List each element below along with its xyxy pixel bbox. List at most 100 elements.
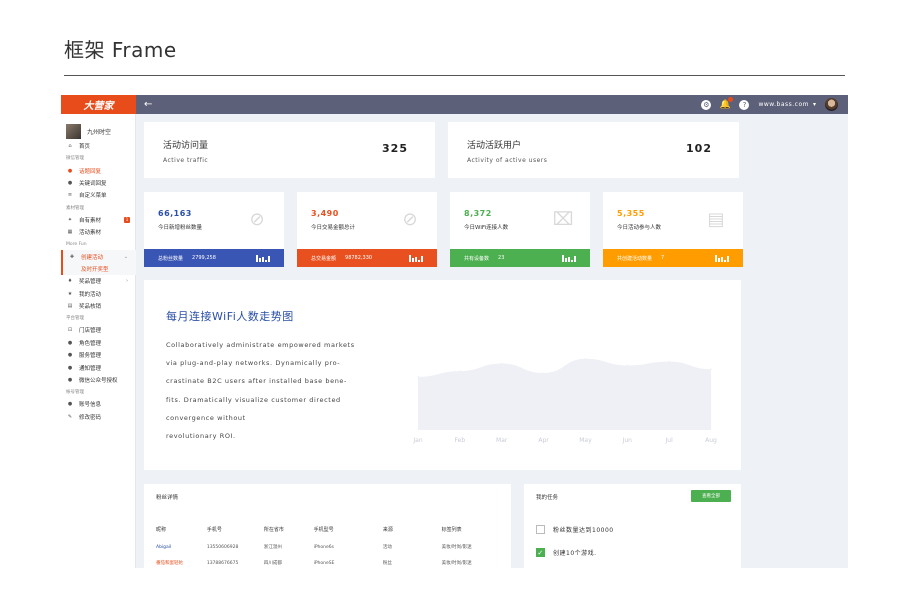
sidebar-item[interactable]: ≡ 自定义菜单 (61, 189, 136, 201)
stat-footer: 共有设备数 23 (450, 249, 590, 267)
user-icon: ● (67, 339, 73, 346)
view-all-button[interactable]: 查看全部 (691, 490, 731, 502)
help-icon[interactable]: ? (739, 99, 750, 110)
table-row[interactable]: Abigail 13550606928 浙江温州 iPhone6s 活动 美妆/时尚/影迷 (156, 539, 496, 555)
column-header: 手机号 (206, 526, 222, 533)
sidebar-item[interactable]: ♦ 奖品管理 › (61, 275, 136, 287)
stat-footer-label: 共有设备数 (464, 255, 490, 262)
table-cell: 四川成都 (263, 561, 282, 566)
back-arrow-icon[interactable]: ← (144, 99, 152, 110)
mini-bar-chart-icon (715, 255, 729, 262)
table-cell: 美妆/时尚/影迷 (441, 561, 472, 566)
sidebar-item[interactable]: ★ 我的活动 (61, 288, 136, 300)
task-checkbox-checked[interactable]: ✓ (536, 548, 545, 557)
sidebar-section-label: 微信管理 (66, 156, 84, 162)
stat-footer: 总交易金额 98782,330 (297, 249, 437, 267)
summary-card-active-users: 活动活跃用户 Activity of active users 102 (448, 122, 739, 178)
description-line: convergence without (166, 413, 246, 422)
stat-card: 5,355 今日活动参与人数 ▤ 共创建活动数量 7 (603, 192, 743, 267)
wifi-trend-chart: Jan Feb Mar Apr May Jun Jul Aug (412, 357, 717, 444)
sidebar-item-label: 自定义菜单 (79, 193, 107, 200)
summary-title: 活动活跃用户 (467, 141, 522, 151)
fan-name-link[interactable]: Abigail (156, 539, 207, 555)
table-cell: 活动 (382, 545, 392, 550)
settings-icon[interactable]: ⚙ (701, 99, 712, 110)
paperclip-icon: ⊘ (249, 208, 265, 230)
summary-card-traffic: 活动访问量 Active traffic 325 (144, 122, 435, 178)
chevron-down-icon[interactable]: ▾ (813, 101, 816, 108)
stat-label: 今日活动参与人数 (617, 225, 662, 231)
table-row[interactable]: 番茄和蛋轻砣 13788676675 四川成都 iPhoneSE 粉丝 美妆/时尚/影迷 (156, 555, 496, 568)
stat-value: 8,372 (464, 209, 492, 218)
stat-footer-value: 23 (498, 255, 505, 261)
area-series (418, 358, 711, 430)
fans-panel-title: 粉丝详情 (156, 495, 179, 501)
sidebar-item[interactable]: ● 关键词回复 (61, 177, 136, 189)
sidebar-item[interactable]: ● 角色管理 (61, 337, 136, 349)
column-header: 手机型号 (313, 526, 334, 533)
sidebar-item-label: 活动素材 (79, 230, 102, 237)
sidebar-item-label: 创建活动 (81, 254, 104, 261)
x-tick-label: Mar (496, 437, 508, 444)
create-icon: ✚ (69, 253, 75, 260)
sidebar-item[interactable]: ▤ 奖品核销 (61, 300, 136, 312)
fans-table: 昵称 手机号 所在省市 手机型号 来源 标签列表 Abigail 13550606928 浙江温… (156, 519, 496, 568)
sidebar-item[interactable]: 及时开奖型 (61, 262, 136, 276)
sidebar-item[interactable]: ⌂ 首页 (61, 140, 136, 152)
stat-card: 3,490 今日交易金额总计 ⊘ 总交易金额 98782,330 (297, 192, 437, 267)
table-cell: 美妆/时尚/影迷 (441, 545, 472, 550)
sidebar-item[interactable]: ✦ 自有素材 1 (61, 214, 136, 226)
table-cell: 13788676675 (206, 560, 239, 566)
task-label: 创建10个游戏. (553, 550, 597, 557)
user-profile[interactable]: 九州时空 (61, 114, 135, 142)
sidebar-item[interactable]: ✚ 创建活动 ⌄ (61, 250, 136, 263)
task-checkbox[interactable] (536, 525, 545, 534)
sidebar-item-label: 首页 (79, 144, 91, 151)
data-point (626, 364, 629, 367)
avatar[interactable] (825, 98, 838, 111)
sidebar-item[interactable]: ● 话题回复 (61, 164, 136, 176)
x-tick-label: Jul (665, 437, 674, 444)
sidebar-item-label: 关键词回复 (79, 180, 107, 187)
fans-panel: 粉丝详情 昵称 手机号 所在省市 手机型号 来源 标签列表 Abigail 135506069… (144, 484, 511, 568)
table-cell: 粉丝 (382, 561, 392, 566)
domain-label[interactable]: www.bass.com (758, 101, 809, 108)
message-icon: ● (67, 179, 73, 186)
sidebar-item-label: 修改密码 (79, 414, 102, 421)
table-cell: 13550606928 (206, 544, 239, 550)
fan-name-link[interactable]: 番茄和蛋轻砣 (156, 555, 207, 568)
tasks-panel-title: 我的任务 (536, 495, 559, 501)
task-item[interactable]: ✓ 创建10个游戏. (536, 548, 597, 557)
clipboard-icon: ▤ (707, 208, 725, 230)
summary-title: 活动访问量 (163, 141, 209, 151)
summary-value: 102 (686, 142, 712, 155)
top-bar: ← ⚙ 🔔 ? www.bass.com ▾ (136, 95, 848, 114)
sidebar-item[interactable]: ⊡ 门店管理 (61, 324, 136, 336)
lock-icon: ⌧ (552, 208, 574, 230)
sidebar-item[interactable]: ▦ 活动素材 (61, 226, 136, 238)
sidebar-item[interactable]: ● 账号信息 (61, 398, 136, 410)
sidebar-item[interactable]: ● 微信公众号授权 (61, 374, 136, 386)
list-icon: ▤ (67, 303, 73, 310)
chart-card: 每月连接WiFi人数走势图 Collaboratively administra… (144, 280, 741, 470)
sidebar-item-label: 账号信息 (79, 402, 102, 409)
data-point (417, 376, 419, 378)
data-point (500, 362, 503, 365)
page: 框架 Frame 大营家 ← ⚙ 🔔 ? www.bass.com ▾ 九州时空… (0, 0, 909, 600)
store-icon: ⊡ (67, 327, 73, 334)
column-header: 昵称 (156, 526, 167, 533)
stat-footer-value: 7 (661, 255, 665, 261)
sidebar-item[interactable]: ● 服务管理 (61, 349, 136, 361)
star-icon: ★ (67, 290, 73, 297)
x-tick-label: Apr (538, 437, 549, 444)
bell-icon[interactable]: 🔔 (720, 96, 734, 110)
task-item[interactable]: 粉丝数量达到10000 (536, 525, 614, 534)
table-cell: iPhone6s (313, 544, 334, 550)
sidebar-item[interactable]: ● 通知管理 (61, 361, 136, 373)
table-cell: iPhoneSE (313, 560, 335, 566)
profile-icon: ● (67, 401, 73, 408)
sidebar-item[interactable]: ✎ 修改密码 (61, 411, 136, 423)
stat-card: 66,163 今日新增粉丝数量 ⊘ 总粉丝数量 2799,258 (144, 192, 284, 267)
title-divider (64, 75, 845, 76)
sidebar-item-label: 及时开奖型 (81, 266, 109, 273)
